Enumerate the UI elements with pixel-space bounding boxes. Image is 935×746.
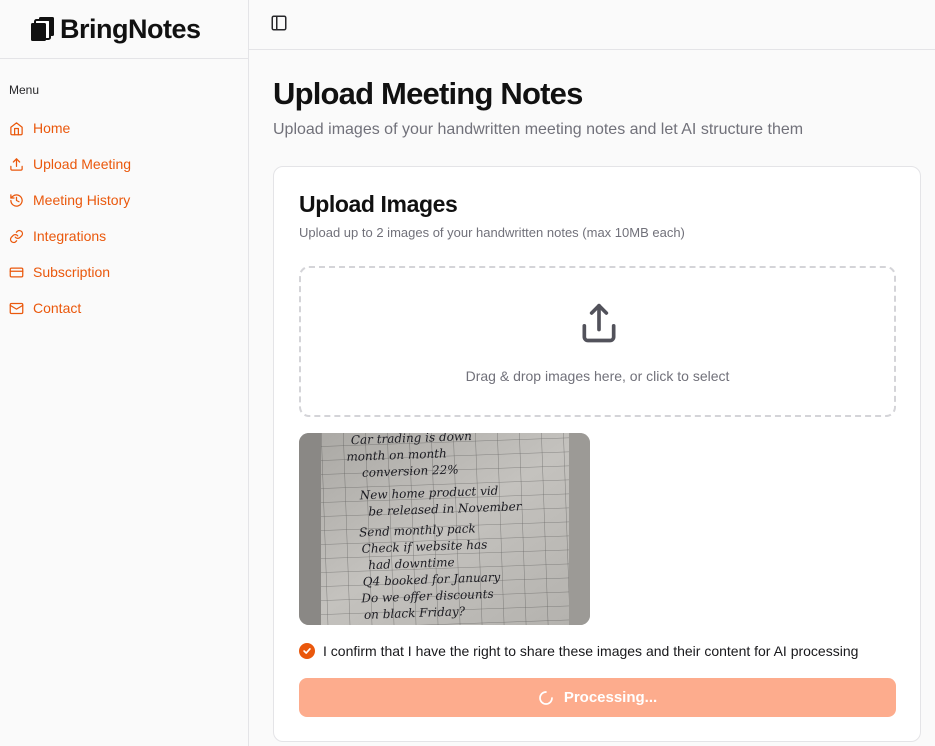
uploaded-image-thumbnail[interactable]: Car trading is down month on month convers… (299, 433, 590, 625)
process-button-label: Processing... (563, 689, 658, 706)
sidebar-item-meeting-history[interactable]: Meeting History (9, 182, 131, 218)
sidebar-item-label: Contact (33, 300, 82, 316)
sidebar-toggle-icon[interactable] (270, 14, 288, 32)
confirm-rights-checkbox[interactable]: I confirm that I have the right to share… (299, 643, 858, 659)
menu-label: Menu (9, 83, 40, 97)
upload-card: Upload Images Upload up to 2 images of y… (273, 166, 921, 742)
brand[interactable]: BringNotes (0, 0, 248, 59)
home-icon (10, 121, 23, 135)
sidebar-item-upload-meeting[interactable]: Upload Meeting (9, 146, 131, 182)
card-title: Upload Images (299, 191, 458, 217)
process-button[interactable]: Processing... (299, 678, 896, 717)
credit-card-icon (9, 267, 24, 277)
handwritten-notes-image: Car trading is downmonth on monthconvers… (299, 433, 590, 625)
sidebar-item-integrations[interactable]: Integrations (9, 218, 131, 254)
card-subtitle: Upload up to 2 images of your handwritte… (299, 225, 685, 240)
sidebar-nav: Home Upload Meeting Meeting History Inte… (9, 110, 131, 326)
sidebar-item-contact[interactable]: Contact (9, 290, 131, 326)
link-icon (9, 229, 24, 243)
image-dropzone[interactable]: Drag & drop images here, or click to sel… (299, 266, 896, 417)
confirm-label: I confirm that I have the right to share… (323, 643, 859, 659)
sidebar: BringNotes Menu Home Upload Meeting Meet… (0, 0, 249, 746)
page-subtitle: Upload images of your handwritten meetin… (273, 121, 804, 138)
sidebar-item-label: Meeting History (33, 192, 131, 208)
checkbox-checked-icon (299, 643, 315, 659)
top-bar (249, 0, 935, 50)
history-icon (10, 193, 23, 207)
brand-name: BringNotes (60, 13, 201, 44)
sidebar-item-label: Subscription (33, 264, 111, 280)
sidebar-item-home[interactable]: Home (9, 110, 131, 146)
sidebar-item-subscription[interactable]: Subscription (9, 254, 131, 290)
page-title: Upload Meeting Notes (273, 76, 583, 111)
mail-icon (9, 302, 24, 314)
loading-spinner-icon (539, 690, 553, 705)
sidebar-item-label: Integrations (33, 228, 107, 244)
sidebar-item-label: Upload Meeting (33, 156, 132, 172)
upload-icon (582, 303, 616, 343)
sidebar-item-label: Home (33, 120, 71, 136)
notes-logo-icon (31, 17, 54, 41)
dropzone-text: Drag & drop images here, or click to sel… (465, 368, 730, 384)
upload-icon (10, 157, 23, 171)
